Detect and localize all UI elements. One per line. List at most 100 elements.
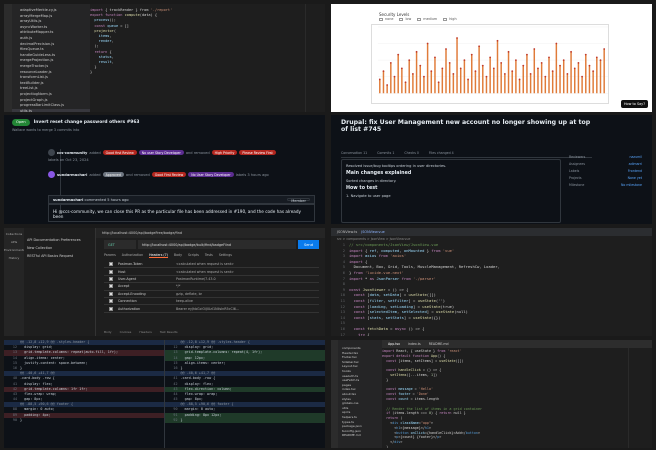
code-editor[interactable]: import { trackRender } from './report' ex… — [90, 4, 325, 112]
header-checkbox[interactable] — [109, 299, 113, 304]
code-token: 'react' — [445, 349, 462, 353]
header-value[interactable]: <calculated when request is sent> — [176, 270, 319, 274]
minimap[interactable] — [305, 4, 325, 112]
bar-marker — [540, 61, 543, 64]
code-editor[interactable]: 1// src/components/JsonView/JsonView.vue… — [331, 242, 652, 336]
code-token: export function — [90, 13, 123, 18]
code-token: const — [349, 309, 366, 315]
request-tab[interactable]: Headers (7) — [149, 253, 168, 258]
pr-tab[interactable]: Commits 1 — [377, 151, 394, 155]
response-tab[interactable]: Body — [104, 330, 112, 334]
activity-bar[interactable] — [331, 340, 338, 448]
header-key[interactable]: Accept — [118, 284, 176, 288]
code-token: , — [109, 33, 112, 38]
bar-marker — [503, 73, 506, 75]
sidebar-value[interactable]: nazumil — [629, 155, 642, 159]
timeline-event: sundarmachari added Approved and removed Goo… — [48, 171, 315, 178]
header-checkbox[interactable] — [109, 269, 113, 274]
response-tab[interactable]: Test Results — [160, 330, 178, 334]
header-checkbox[interactable] — [109, 291, 113, 296]
request-tab[interactable]: Tests — [205, 253, 213, 258]
response-tab[interactable]: Cookies — [120, 330, 132, 334]
bar — [423, 76, 425, 94]
request-tab[interactable]: Scripts — [188, 253, 199, 258]
collection-item[interactable]: API Documentation Preferences — [27, 238, 92, 242]
editor-tab[interactable]: JSONView.ts — [337, 230, 357, 234]
nav-item[interactable]: APIs — [4, 240, 24, 244]
activity-bar[interactable] — [4, 4, 12, 112]
request-tab[interactable]: Authorization — [122, 253, 143, 258]
response-tab[interactable]: Headers — [139, 330, 152, 334]
request-tab[interactable]: Body — [174, 253, 182, 258]
event-time: labels 3 hours ago — [235, 172, 269, 177]
sidebar-value[interactable]: Frontend — [628, 169, 642, 173]
header-checkbox[interactable] — [109, 262, 113, 267]
header-key[interactable]: Host — [118, 270, 176, 274]
sidebar-value[interactable]: None yet — [628, 176, 642, 180]
send-button[interactable]: Send — [297, 240, 319, 249]
header-value[interactable]: PostmanRuntime/7.43.0 — [176, 277, 319, 281]
editor-tab[interactable]: index.ts — [408, 342, 421, 346]
header-checkbox[interactable] — [109, 284, 113, 289]
file-item[interactable]: README.md — [338, 433, 382, 438]
nav-item[interactable]: Collections — [4, 232, 24, 236]
sidebar-value[interactable]: No milestone — [621, 183, 642, 187]
label-badge[interactable]: No user Story Developer — [138, 149, 184, 156]
diff-right-pane: @@ -12,8 +12,9 @@ .styles-header {12 dis… — [164, 340, 325, 448]
label-badge[interactable]: Good First Review — [151, 171, 187, 178]
sidebar-value[interactable]: adimarri — [629, 162, 642, 166]
bar — [577, 62, 580, 94]
label-badge[interactable]: No User Story Developer — [188, 171, 234, 178]
header-value[interactable]: */* — [176, 284, 319, 288]
editor-tab[interactable]: App.tsx — [388, 342, 400, 346]
editor-tab[interactable]: README.md — [429, 342, 449, 346]
label-badge[interactable]: Please Review First — [239, 149, 276, 156]
header-value[interactable]: Bearer eyJhbGciOiJIUzI1NiIsInR5cCI6... — [176, 307, 319, 311]
header-key[interactable]: Accept-Encoding — [118, 292, 176, 296]
bar — [434, 57, 436, 94]
label-badge[interactable]: Good first Review — [102, 149, 137, 156]
collection-item[interactable]: New Collection — [27, 246, 92, 250]
header-value[interactable]: gzip, deflate, br — [176, 292, 319, 296]
event-user[interactable]: ccs-community — [57, 151, 87, 155]
header-value[interactable]: <calculated when request is sent> — [176, 262, 319, 266]
code-token: render — [98, 39, 112, 44]
pr-tab[interactable]: Conversation 11 — [341, 151, 367, 155]
pr-tab[interactable]: Checks 0 — [404, 151, 419, 155]
line-number: 92 — [173, 417, 178, 422]
minimap[interactable] — [628, 348, 652, 448]
label-badge[interactable]: Approved — [102, 171, 124, 178]
help-button[interactable]: How to Say? — [621, 100, 648, 108]
collection-item[interactable]: RESTful API Basics Request — [27, 254, 92, 258]
bar — [522, 65, 524, 94]
request-tab[interactable]: Params — [104, 253, 116, 258]
url-input[interactable]: http://localhost:4000/api/badge/bulk/fin… — [138, 240, 296, 249]
comment-user[interactable]: sundarmachari — [53, 198, 83, 202]
pr-tab[interactable]: Files changed 4 — [429, 151, 454, 155]
file-item[interactable]: utils.ts — [12, 108, 90, 112]
event-action: added — [89, 150, 101, 155]
nav-item[interactable]: Environments — [4, 248, 25, 252]
code-token: < — [382, 425, 397, 430]
code-token: import — [349, 258, 363, 264]
bar — [456, 38, 458, 94]
event-action: and removed — [185, 150, 210, 155]
code-token: , — [111, 54, 114, 59]
request-tab[interactable]: Settings — [219, 253, 232, 258]
method-select[interactable]: GET — [104, 240, 136, 249]
editor-tab[interactable]: JSONView.vue — [361, 230, 384, 234]
request-tab[interactable]: http://localhost:4000/api/badgeFree/badg… — [96, 228, 325, 238]
nav-item[interactable]: History — [4, 256, 24, 260]
event-user[interactable]: sundarmachari — [57, 173, 87, 177]
file-explorer: adaptiveMerkle.cy.js arrayMergeMap.js arra… — [12, 4, 90, 112]
header-key[interactable]: Connection — [118, 299, 176, 303]
header-checkbox[interactable] — [109, 276, 113, 281]
header-value[interactable]: keep-alive — [176, 299, 319, 303]
code-token: try — [349, 331, 366, 337]
header-key[interactable]: Postman-Token — [118, 262, 176, 266]
code-editor[interactable]: import React, { useState } from 'react' e… — [382, 349, 628, 448]
header-key[interactable]: User-Agent — [118, 277, 176, 281]
label-badge[interactable]: High Priority — [211, 149, 238, 156]
header-key[interactable]: Authorization — [118, 307, 176, 311]
header-checkbox[interactable] — [109, 306, 113, 311]
